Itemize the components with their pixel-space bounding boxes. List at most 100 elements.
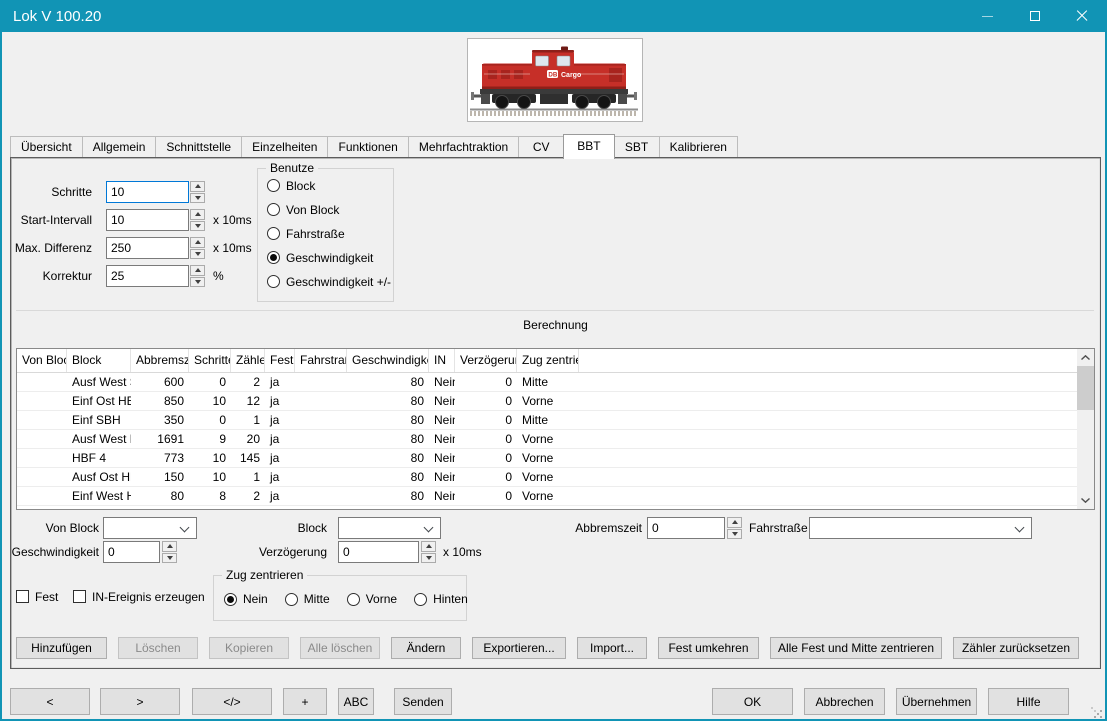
tab-schnittstelle[interactable]: Schnittstelle (155, 136, 242, 157)
scrollbar-thumb[interactable] (1077, 366, 1094, 410)
benutze-radio-geschwindigkeit[interactable]: Geschwindigkeit (267, 250, 393, 265)
senden-button[interactable]: Senden (394, 688, 452, 715)
zug-zentrieren-radio-vorne[interactable]: Vorne (347, 592, 397, 606)
verzoegerung-input[interactable] (338, 541, 419, 563)
radio-icon[interactable] (267, 251, 280, 264)
column-header-geschwindigkeit[interactable]: Geschwindigkeit (347, 349, 429, 372)
radio-icon[interactable] (267, 275, 280, 288)
benutze-radio-von-block[interactable]: Von Block (267, 202, 393, 217)
table-scrollbar[interactable] (1077, 349, 1094, 509)
tab-funktionen[interactable]: Funktionen (327, 136, 408, 157)
table-row[interactable]: Ausf Ost HBF150101ja80Nein0Vorne (17, 468, 1094, 487)
radio-icon[interactable] (267, 203, 280, 216)
fest-checkbox-box[interactable] (16, 590, 29, 603)
l-schen-button[interactable]: Löschen (118, 637, 198, 659)
radio-icon[interactable] (285, 593, 298, 606)
verzoegerung-spinner[interactable] (421, 541, 436, 563)
ok-button[interactable]: OK (712, 688, 793, 715)
table-row[interactable]: Ausf West SBH60002ja80Nein0Mitte (17, 373, 1094, 392)
fest-checkbox[interactable]: Fest (16, 589, 58, 604)
radio-icon[interactable] (224, 593, 237, 606)
scroll-down-button[interactable] (1077, 492, 1094, 509)
fest-umkehren-button[interactable]: Fest umkehren (658, 637, 759, 659)
column-header-verz-gerung[interactable]: Verzögerung (455, 349, 517, 372)
zug-zentrieren-radio-mitte[interactable]: Mitte (285, 592, 330, 606)
plus-button[interactable]: + (283, 688, 327, 715)
tab-kalibrieren[interactable]: Kalibrieren (659, 136, 738, 157)
start-intervall-input[interactable] (106, 209, 189, 231)
max-differenz-input[interactable] (106, 237, 189, 259)
radio-icon[interactable] (267, 227, 280, 240)
benutze-radio-fahrstra-e[interactable]: Fahrstraße (267, 226, 393, 241)
column-header-z-hler[interactable]: Zähler (231, 349, 265, 372)
schritte-input[interactable] (106, 181, 189, 203)
table-cell (17, 430, 67, 448)
tab-bbt[interactable]: BBT (563, 134, 614, 159)
table-cell-filler (579, 468, 1094, 486)
ndern-button[interactable]: Ändern (391, 637, 461, 659)
tab-einzelheiten[interactable]: Einzelheiten (241, 136, 328, 157)
tab-sbt[interactable]: SBT (614, 136, 660, 157)
chevron-up-icon (1081, 355, 1090, 360)
tab-bersicht[interactable]: Übersicht (10, 136, 83, 157)
radio-icon[interactable] (347, 593, 360, 606)
abbremszeit-spinner[interactable] (727, 517, 742, 539)
alle-fest-und-mitte-zentrieren-button[interactable]: Alle Fest und Mitte zentrieren (770, 637, 942, 659)
in-ereignis-checkbox-box[interactable] (73, 590, 86, 603)
code-button[interactable]: </> (192, 688, 272, 715)
kopieren-button[interactable]: Kopieren (209, 637, 289, 659)
alle-l-schen-button[interactable]: Alle löschen (300, 637, 380, 659)
minimize-button[interactable] (964, 0, 1011, 32)
bernehmen-button[interactable]: Übernehmen (896, 688, 977, 715)
table-row[interactable]: Einf West HBF8082ja80Nein0Vorne (17, 487, 1094, 506)
close-button[interactable] (1058, 0, 1105, 32)
zug-zentrieren-radio-hinten[interactable]: Hinten (414, 592, 468, 606)
column-header-schritte[interactable]: Schritte (189, 349, 231, 372)
column-header-block[interactable]: Block (67, 349, 131, 372)
abbremszeit-input[interactable] (647, 517, 725, 539)
exportieren-button[interactable]: Exportieren... (472, 637, 566, 659)
abbrechen-button[interactable]: Abbrechen (804, 688, 885, 715)
tab-allgemein[interactable]: Allgemein (82, 136, 157, 157)
column-header-in[interactable]: IN (429, 349, 455, 372)
column-header-fest[interactable]: Fest (265, 349, 295, 372)
column-header-von-block[interactable]: Von Block (17, 349, 67, 372)
table-row[interactable]: Ausf West HBF1691920ja80Nein0Vorne (17, 430, 1094, 449)
geschwindigkeit-spinner[interactable] (162, 541, 177, 563)
prev-button[interactable]: < (10, 688, 90, 715)
table-row[interactable]: Einf Ost HBF8501012ja80Nein0Vorne (17, 392, 1094, 411)
column-header-fahrstra-e[interactable]: Fahrstraße (295, 349, 347, 372)
tab-mehrfachtraktion[interactable]: Mehrfachtraktion (408, 136, 519, 157)
maximize-button[interactable] (1011, 0, 1058, 32)
in-ereignis-checkbox[interactable]: IN-Ereignis erzeugen (73, 589, 205, 604)
table-row[interactable]: Einf SBH35001ja80Nein0Mitte (17, 411, 1094, 430)
z-hler-zur-cksetzen-button[interactable]: Zähler zurücksetzen (953, 637, 1079, 659)
benutze-radio-block[interactable]: Block (267, 178, 393, 193)
resize-grip[interactable] (1100, 716, 1102, 718)
next-button[interactable]: > (100, 688, 180, 715)
table-row[interactable]: HBF 477310145ja80Nein0Vorne (17, 449, 1094, 468)
column-header-zug-zentrie[interactable]: Zug zentrie... (517, 349, 579, 372)
zug-zentrieren-radio-nein[interactable]: Nein (224, 592, 268, 606)
radio-icon[interactable] (267, 179, 280, 192)
benutze-radio-geschwindigkeit[interactable]: Geschwindigkeit +/- (267, 274, 393, 289)
abc-button[interactable]: ABC (338, 688, 374, 715)
hinzuf-gen-button[interactable]: Hinzufügen (16, 637, 107, 659)
tab-cv[interactable]: CV (518, 136, 564, 157)
von-block-combobox[interactable] (103, 517, 197, 539)
column-header-abbremszeit[interactable]: Abbremszeit (131, 349, 189, 372)
schritte-spinner[interactable] (190, 181, 205, 203)
table-header: Von BlockBlockAbbremszeitSchritteZählerF… (17, 349, 1094, 373)
fahrstrasse-combobox[interactable] (809, 517, 1032, 539)
geschwindigkeit-input[interactable] (103, 541, 160, 563)
start-intervall-spinner[interactable] (190, 209, 205, 231)
max-differenz-spinner[interactable] (190, 237, 205, 259)
hilfe-button[interactable]: Hilfe (988, 688, 1069, 715)
block-combobox[interactable] (338, 517, 441, 539)
radio-icon[interactable] (414, 593, 427, 606)
table-cell: 1 (231, 468, 265, 486)
korrektur-spinner[interactable] (190, 265, 205, 287)
korrektur-input[interactable] (106, 265, 189, 287)
import-button[interactable]: Import... (577, 637, 647, 659)
scroll-up-button[interactable] (1077, 349, 1094, 366)
